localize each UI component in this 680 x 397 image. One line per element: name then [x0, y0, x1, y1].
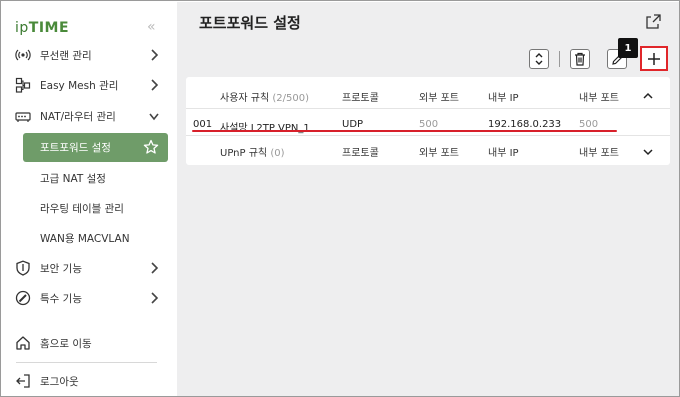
- column-header-rule: 사용자 규칙 (2/500): [220, 93, 309, 104]
- rule-index: 001: [193, 119, 213, 130]
- upnp-column-internal-ip: 내부 IP: [488, 148, 519, 159]
- upnp-column-protocol: 프로토콜: [342, 148, 379, 159]
- chevron-up-icon[interactable]: [642, 91, 654, 101]
- chevron-right-icon: [151, 262, 159, 274]
- sidebar-item-wireless[interactable]: 무선랜 관리: [2, 41, 176, 69]
- toolbar-divider: [559, 51, 560, 67]
- add-rule-button[interactable]: [640, 46, 668, 71]
- trash-icon: [575, 52, 585, 66]
- sidebar-subitem-routing-table[interactable]: 라우팅 테이블 관리: [40, 201, 124, 216]
- wifi-icon: [15, 47, 31, 63]
- rule-protocol: UDP: [342, 119, 364, 130]
- column-header-internal-port: 내부 포트: [579, 93, 619, 104]
- sidebar-item-label: NAT/라우터 관리: [40, 110, 116, 123]
- rule-internal-port: 500: [579, 119, 599, 130]
- column-header-internal-ip: 내부 IP: [488, 93, 519, 104]
- upnp-header-row[interactable]: UPnP 규칙 (0) 프로토콜 외부 포트 내부 IP 내부 포트: [186, 135, 670, 164]
- chevron-down-icon: [149, 113, 159, 121]
- port-forward-table: 사용자 규칙 (2/500) 프로토콜 외부 포트 내부 IP 내부 포트 00…: [186, 77, 670, 165]
- sidebar-item-nat-router[interactable]: NAT/라우터 관리: [2, 102, 176, 130]
- sidebar-item-special[interactable]: 특수 기능: [2, 284, 176, 312]
- sort-icon: [535, 53, 543, 65]
- home-icon: [15, 335, 31, 351]
- highlight-underline: [192, 130, 617, 132]
- sidebar-divider: [16, 362, 157, 363]
- chevron-right-icon: [151, 292, 159, 304]
- sidebar-subitem-wan-macvlan[interactable]: WAN용 MACVLAN: [40, 231, 130, 246]
- sidebar-subitem-label: 포트포워드 설정: [40, 142, 111, 154]
- router-icon: [15, 108, 31, 124]
- shield-icon: [15, 260, 31, 276]
- chevron-right-icon: [151, 49, 159, 61]
- sidebar-item-label: 무선랜 관리: [40, 49, 92, 62]
- collapse-sidebar-button[interactable]: «: [147, 19, 156, 35]
- logo: ipTIME: [15, 20, 70, 36]
- upnp-column-internal-port: 내부 포트: [579, 148, 619, 159]
- column-header-external-port: 외부 포트: [419, 93, 459, 104]
- mesh-icon: [15, 77, 31, 93]
- sort-button[interactable]: [529, 49, 549, 69]
- upnp-rule-label: UPnP 규칙 (0): [220, 148, 285, 159]
- sidebar-item-label: 보안 기능: [40, 262, 82, 275]
- app-window: ipTIME « 무선랜 관리 Easy Mesh 관리 NAT/라우터 관리: [0, 0, 680, 397]
- sidebar-item-label: 특수 기능: [40, 292, 82, 305]
- logout-icon: [15, 373, 31, 389]
- chevron-down-icon[interactable]: [642, 147, 654, 157]
- table-header-row[interactable]: 사용자 규칙 (2/500) 프로토콜 외부 포트 내부 IP 내부 포트: [186, 80, 670, 109]
- delete-button[interactable]: [570, 49, 590, 69]
- sidebar-item-logout[interactable]: 로그아웃: [2, 367, 176, 395]
- row-divider: [186, 108, 670, 109]
- main-panel: 포트포워드 설정 1 사용자 규칙 (2/500) 프로토콜 외부 포트 내부 …: [177, 2, 679, 396]
- sidebar-item-home[interactable]: 홈으로 이동: [2, 329, 176, 357]
- sidebar-subitem-advanced-nat[interactable]: 고급 NAT 설정: [40, 171, 106, 186]
- share-icon[interactable]: [644, 13, 662, 31]
- plus-icon: [648, 52, 660, 65]
- page-title: 포트포워드 설정: [199, 14, 301, 32]
- sidebar-item-label: 로그아웃: [40, 375, 79, 388]
- column-header-protocol: 프로토콜: [342, 93, 379, 104]
- sidebar-item-easymesh[interactable]: Easy Mesh 관리: [2, 71, 176, 99]
- tools-icon: [15, 290, 31, 306]
- rule-external-port: 500: [419, 119, 439, 130]
- sidebar: ipTIME « 무선랜 관리 Easy Mesh 관리 NAT/라우터 관리: [2, 2, 176, 396]
- star-icon[interactable]: [143, 139, 159, 155]
- step-badge: 1: [618, 38, 638, 58]
- sidebar-subitem-port-forward[interactable]: 포트포워드 설정: [23, 133, 168, 162]
- rule-internal-ip: 192.168.0.233: [488, 119, 562, 130]
- sidebar-item-label: 홈으로 이동: [40, 337, 92, 350]
- chevron-right-icon: [151, 79, 159, 91]
- upnp-column-external-port: 외부 포트: [419, 148, 459, 159]
- sidebar-item-security[interactable]: 보안 기능: [2, 254, 176, 282]
- sidebar-item-label: Easy Mesh 관리: [40, 79, 119, 92]
